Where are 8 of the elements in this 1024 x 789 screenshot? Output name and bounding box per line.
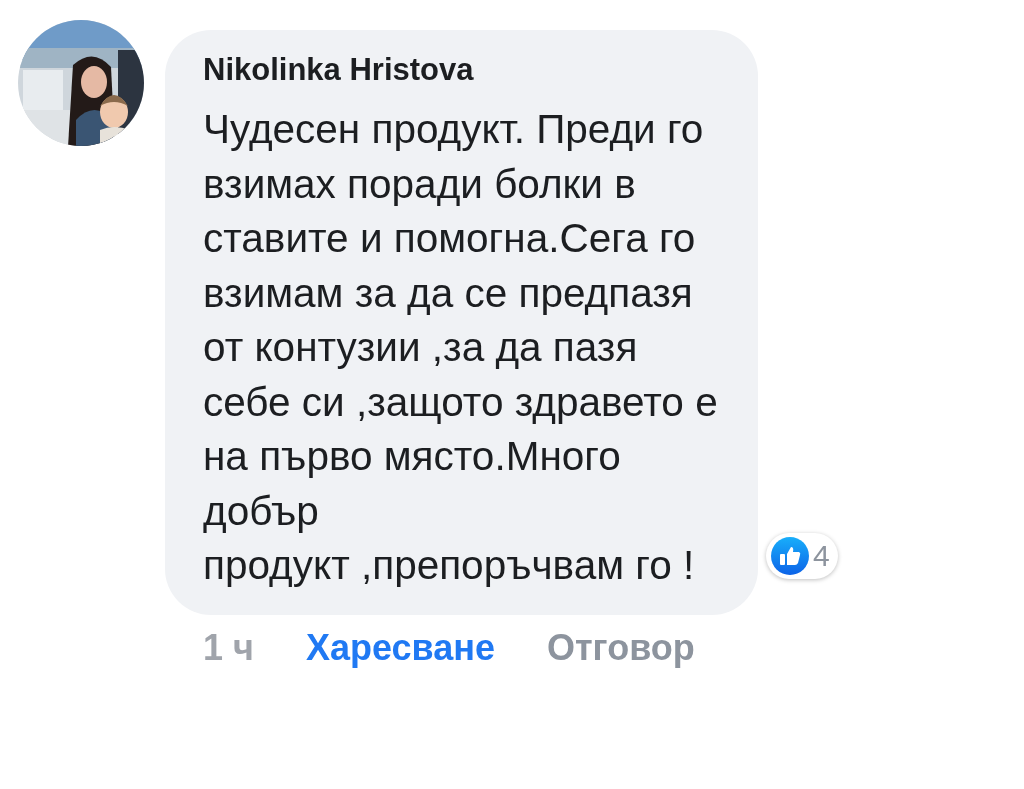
comment-time: 1 ч [203, 626, 254, 669]
reaction-badge[interactable]: 4 [766, 532, 838, 579]
reply-link[interactable]: Отговор [547, 626, 695, 669]
like-link[interactable]: Харесване [305, 626, 495, 669]
author-name: Nikolinka Hristova [203, 52, 475, 88]
reaction-count: 4 [813, 538, 830, 573]
comment-text: Чудесен продукт. Преди го взимах поради болки в ставите и помогна.Сега го взимам за да се предпазя от контузии ,за да пазя себе си ,защото здравето е на първо място.Много добър продукт ,препоръчвам го ! [203, 105, 718, 590]
thumbs-up-icon [771, 536, 809, 575]
